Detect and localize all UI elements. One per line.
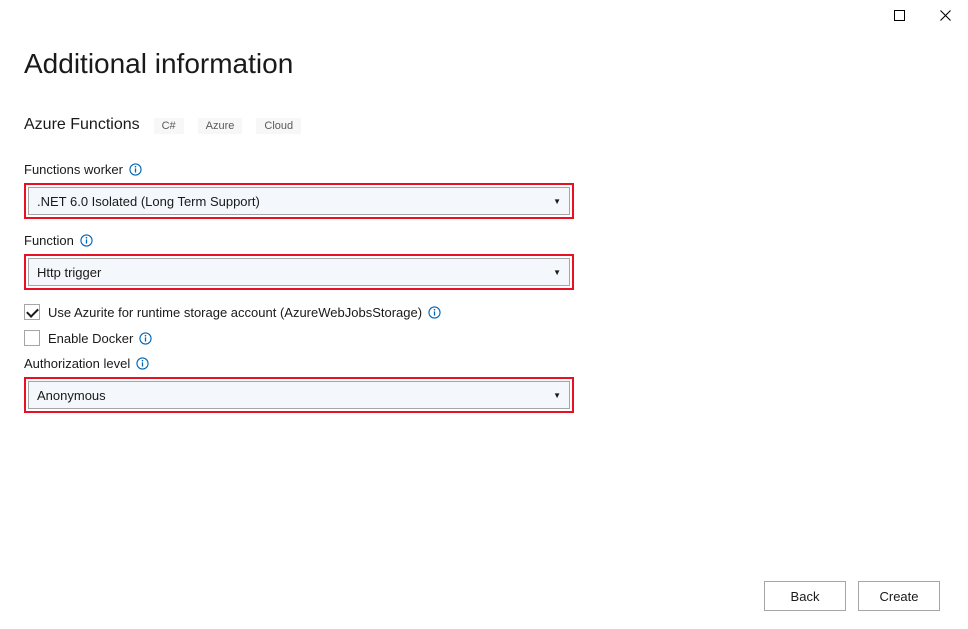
checkbox-azurite[interactable] [24,304,40,320]
project-type-name: Azure Functions [24,116,140,134]
dropdown-worker[interactable]: .NET 6.0 Isolated (Long Term Support) ▼ [28,187,570,215]
tag-language: C# [154,118,184,134]
maximize-button[interactable] [876,0,922,30]
checkbox-docker[interactable] [24,330,40,346]
highlight-function: Http trigger ▼ [24,254,574,290]
label-function: Function [24,233,944,248]
tag-platform: Azure [198,118,243,134]
form-group-function: Function Http trigger ▼ [24,233,944,290]
highlight-worker: .NET 6.0 Isolated (Long Term Support) ▼ [24,183,574,219]
info-icon[interactable] [80,234,93,247]
info-icon[interactable] [129,163,142,176]
label-auth-text: Authorization level [24,356,130,371]
page-title: Additional information [24,48,944,80]
close-button[interactable] [922,0,968,30]
chevron-down-icon: ▼ [553,391,561,400]
form-group-worker: Functions worker .NET 6.0 Isolated (Long… [24,162,944,219]
project-type-row: Azure Functions C# Azure Cloud [24,116,944,134]
info-icon[interactable] [428,306,441,319]
checkbox-azurite-text: Use Azurite for runtime storage account … [48,305,422,320]
maximize-icon [894,10,905,21]
highlight-auth: Anonymous ▼ [24,377,574,413]
checkbox-label-docker: Enable Docker [48,331,152,346]
dropdown-function-value: Http trigger [37,265,101,280]
checkbox-docker-text: Enable Docker [48,331,133,346]
dropdown-auth-value: Anonymous [37,388,106,403]
info-icon[interactable] [139,332,152,345]
checkbox-row-azurite: Use Azurite for runtime storage account … [24,304,944,320]
dropdown-function[interactable]: Http trigger ▼ [28,258,570,286]
dialog-footer: Back Create [764,581,940,611]
close-icon [940,10,951,21]
checkbox-label-azurite: Use Azurite for runtime storage account … [48,305,441,320]
dropdown-worker-value: .NET 6.0 Isolated (Long Term Support) [37,194,260,209]
info-icon[interactable] [136,357,149,370]
checkbox-row-docker: Enable Docker [24,330,944,346]
label-worker-text: Functions worker [24,162,123,177]
chevron-down-icon: ▼ [553,197,561,206]
label-function-text: Function [24,233,74,248]
back-button[interactable]: Back [764,581,846,611]
dropdown-auth[interactable]: Anonymous ▼ [28,381,570,409]
tag-category: Cloud [256,118,301,134]
form-group-auth: Authorization level Anonymous ▼ [24,356,944,413]
label-auth: Authorization level [24,356,944,371]
chevron-down-icon: ▼ [553,268,561,277]
create-button[interactable]: Create [858,581,940,611]
dialog-content: Additional information Azure Functions C… [0,0,968,413]
label-worker: Functions worker [24,162,944,177]
title-bar [876,0,968,30]
